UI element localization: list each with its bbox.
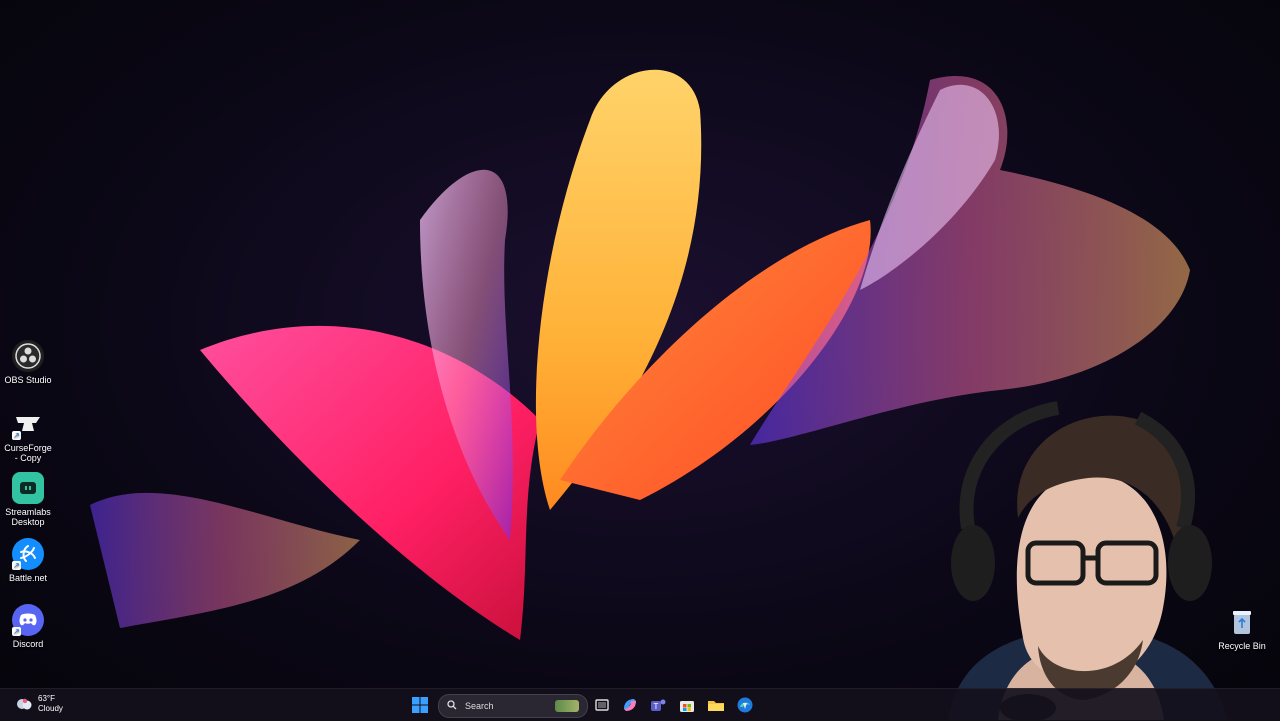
desktop-icon-battlenet[interactable]: ↗ Battle.net [4,538,52,583]
desktop-icon-label: CurseForge - Copy [4,443,52,463]
search-highlight-icon [555,700,579,712]
streamlabs-icon [12,472,44,504]
desktop-icon-label: Battle.net [8,573,48,583]
start-icon[interactable] [410,695,430,715]
streamer-video [948,401,1228,720]
taskbar: 63°F Cloudy Search T [0,688,1280,721]
battlenet-icon: ↗ [12,538,44,570]
desktop-icon-label: Discord [12,639,44,649]
discord-icon: ↗ [12,604,44,636]
weather-condition: Cloudy [38,704,63,713]
desktop-icon-streamlabs[interactable]: Streamlabs Desktop [4,472,52,527]
taskbar-search-box[interactable]: Search [438,694,588,718]
task-view-icon[interactable] [592,695,612,715]
svg-text:T: T [654,702,659,711]
desktop-icon-obs-studio[interactable]: OBS Studio [4,340,52,385]
cloud-icon [17,698,32,710]
shortcut-arrow-icon: ↗ [12,627,21,636]
search-icon [447,700,457,712]
teams-icon[interactable]: T [648,695,668,715]
shortcut-arrow-icon: ↗ [12,431,21,440]
weather-widget[interactable]: 63°F Cloudy [14,694,63,714]
shortcut-arrow-icon: ↗ [12,561,21,570]
weather-temperature: 63°F [38,694,55,703]
desktop-icon-label: OBS Studio [4,375,52,385]
desktop-icon-curseforge[interactable]: ↗ CurseForge - Copy [4,408,52,463]
webcam-overlay [928,378,1232,720]
copilot-icon[interactable] [620,695,640,715]
desktop-icon-label: Streamlabs Desktop [5,507,51,527]
desktop-icon-discord[interactable]: ↗ Discord [4,604,52,649]
search-placeholder: Search [465,701,494,711]
obs-icon [12,340,44,372]
edge-icon[interactable] [735,695,755,715]
curseforge-icon: ↗ [12,408,44,440]
file-explorer-icon[interactable] [706,695,726,715]
store-icon[interactable] [677,695,697,715]
